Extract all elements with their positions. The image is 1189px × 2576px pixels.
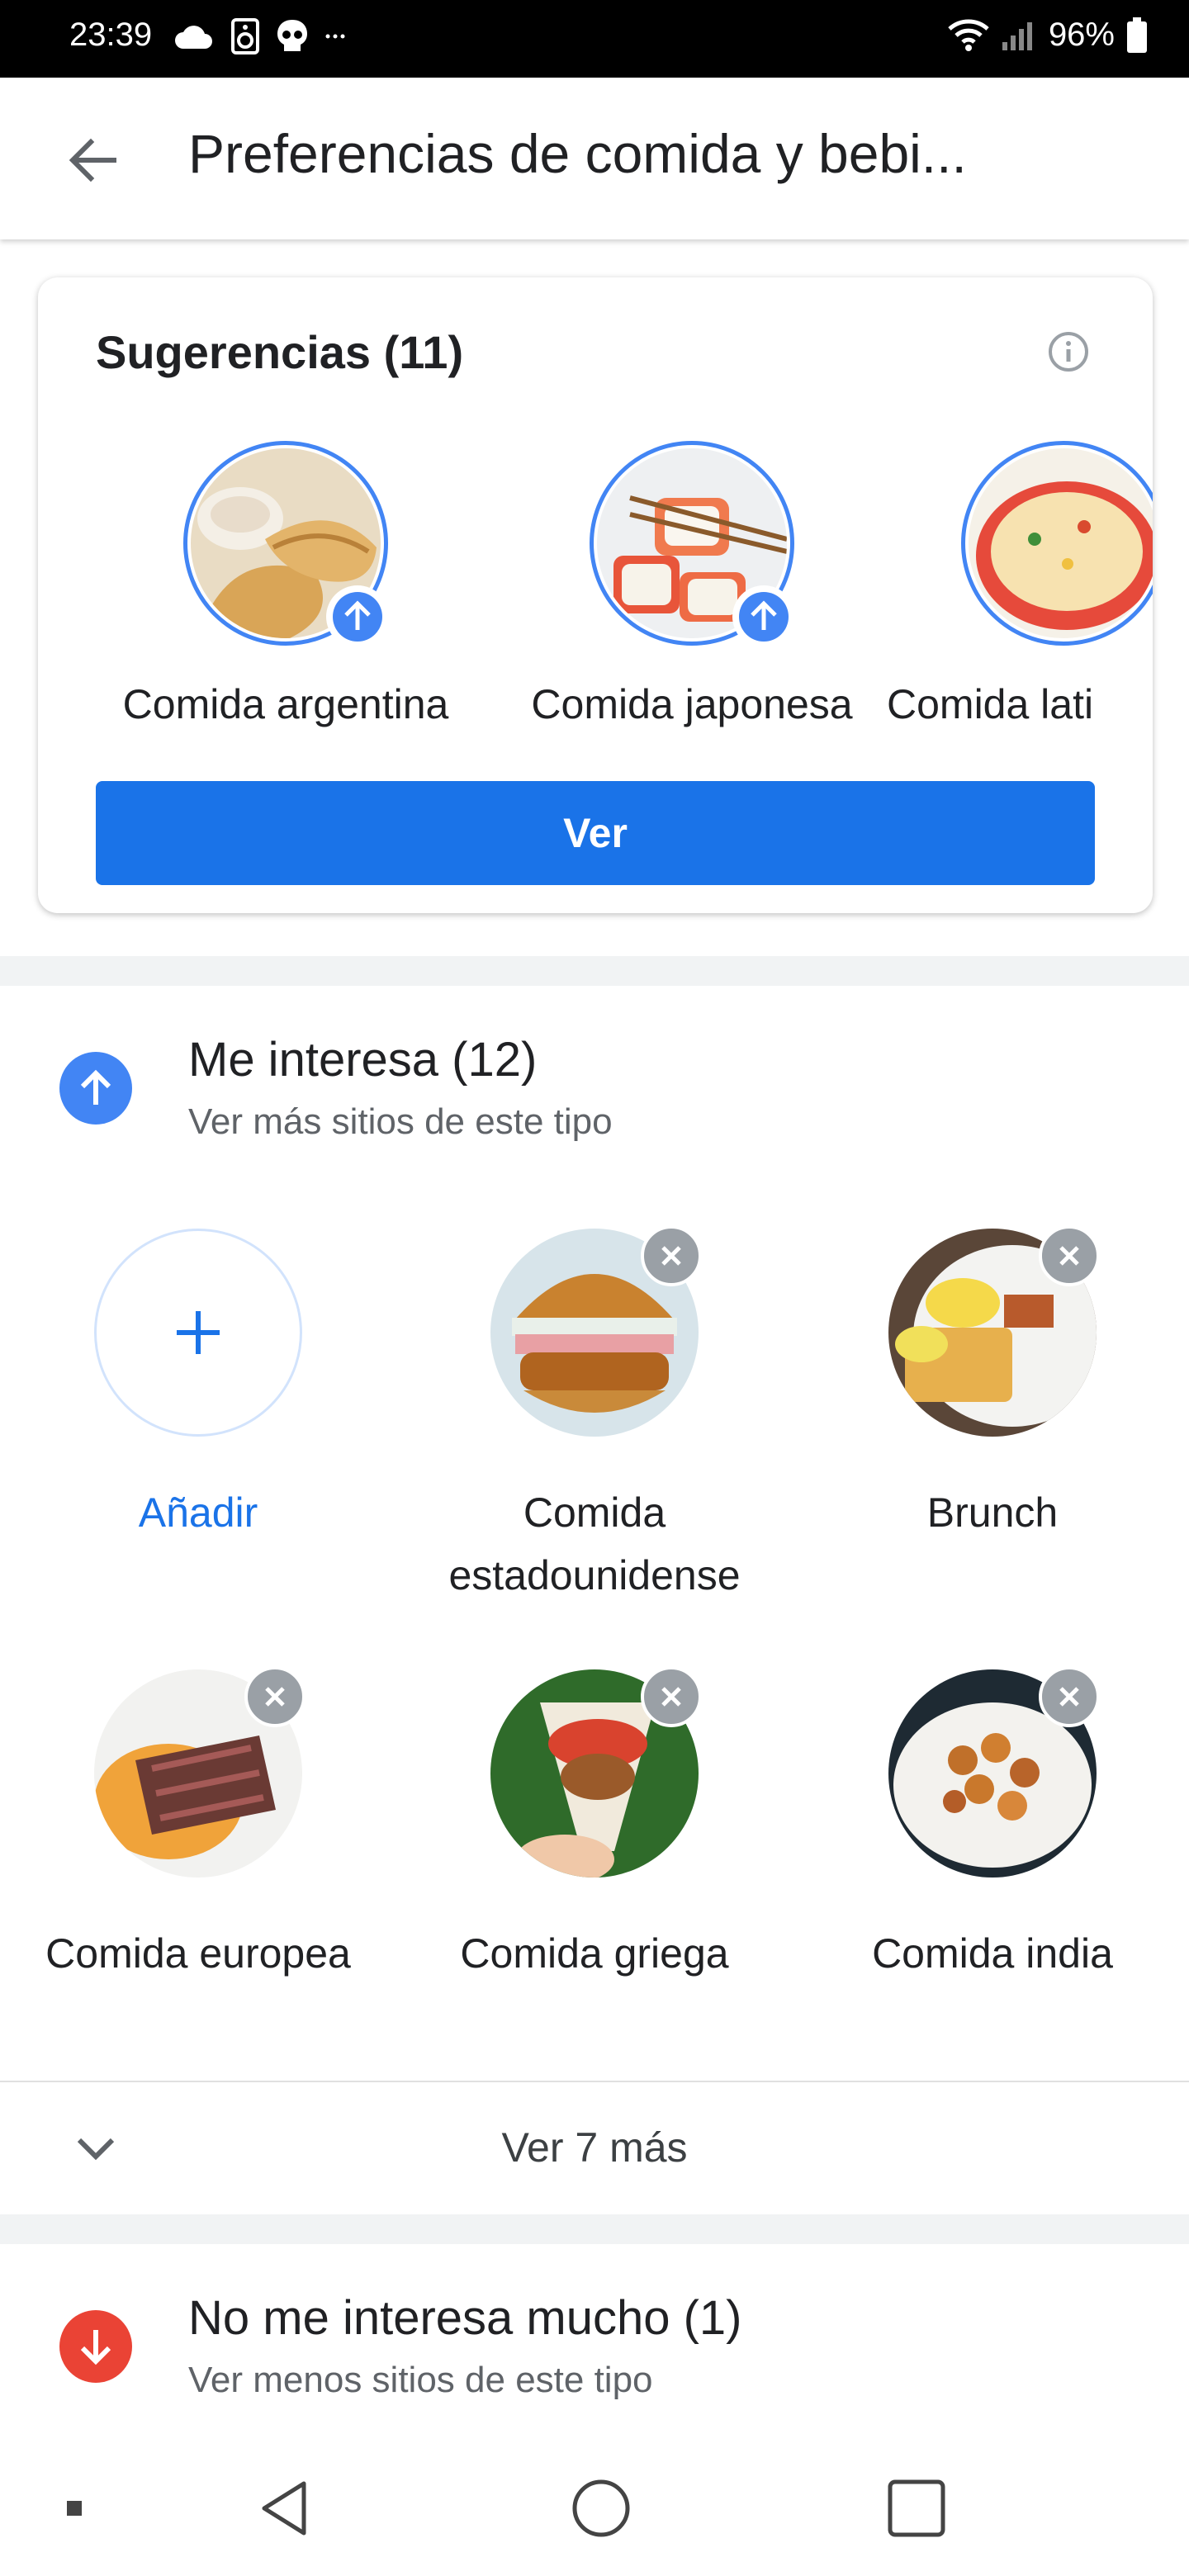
nav-back-icon[interactable] bbox=[253, 2475, 319, 2541]
suggestion-label: Comida lati bbox=[887, 681, 1094, 727]
food-label: Comida griega bbox=[460, 1930, 729, 1977]
food-image-frame bbox=[94, 1666, 306, 1878]
battery-icon bbox=[1127, 17, 1147, 53]
arrow-back-icon bbox=[69, 138, 116, 182]
show-more-label: Ver 7 más bbox=[501, 2124, 688, 2171]
remove-button[interactable] bbox=[1039, 1225, 1100, 1286]
likes-subtitle: Ver más sitios de este tipo bbox=[188, 1101, 613, 1142]
likes-section: Me interesa (12) Ver más sitios de este … bbox=[0, 986, 1189, 2214]
skull-icon bbox=[277, 20, 307, 51]
info-icon[interactable] bbox=[1045, 329, 1092, 375]
arrow-up-icon bbox=[739, 592, 789, 642]
close-icon bbox=[1059, 1246, 1079, 1266]
rice-dish-image bbox=[969, 448, 1153, 638]
food-image-frame bbox=[490, 1666, 702, 1878]
food-label: Comida europea bbox=[45, 1930, 351, 1977]
suggestions-card: Sugerencias (11) Comida argentina Comida… bbox=[38, 277, 1153, 913]
speaker-icon bbox=[231, 18, 259, 54]
like-item-brunch[interactable]: Brunch bbox=[803, 1225, 1182, 1544]
app-bar: Preferencias de comida y bebi... bbox=[0, 78, 1189, 239]
suggestions-section: Sugerencias (11) Comida argentina Comida… bbox=[0, 239, 1189, 956]
close-icon bbox=[265, 1687, 285, 1707]
like-item-europea[interactable]: Comida europea bbox=[8, 1666, 388, 1985]
status-notification-icons bbox=[173, 18, 345, 54]
suggestion-image bbox=[183, 441, 389, 648]
food-image-frame bbox=[490, 1225, 702, 1437]
battery-percent: 96% bbox=[1048, 17, 1115, 53]
plus-icon bbox=[177, 1311, 220, 1354]
food-label: Comida estadounidense bbox=[448, 1489, 741, 1598]
suggestion-item-latina[interactable]: Comida lati bbox=[887, 441, 1153, 728]
food-label: Brunch bbox=[926, 1489, 1059, 1536]
like-item-griega[interactable]: Comida griega bbox=[405, 1666, 784, 1985]
likes-title: Me interesa (12) bbox=[188, 1033, 538, 1087]
signal-icon bbox=[1002, 21, 1032, 50]
suggestion-label: Comida japonesa bbox=[531, 681, 853, 727]
remove-button[interactable] bbox=[641, 1225, 702, 1286]
suggestions-title: Sugerencias (11) bbox=[96, 326, 464, 378]
dislikes-subtitle: Ver menos sitios de este tipo bbox=[188, 2360, 653, 2400]
close-icon bbox=[661, 1687, 681, 1707]
food-image-frame bbox=[888, 1666, 1100, 1878]
add-preference-button[interactable]: Añadir bbox=[8, 1229, 388, 1544]
more-dots-icon bbox=[325, 34, 345, 39]
close-icon bbox=[1059, 1687, 1079, 1707]
dislike-arrow-down-icon bbox=[59, 2310, 132, 2383]
ver-button[interactable]: Ver bbox=[96, 781, 1095, 885]
suggestion-label: Comida argentina bbox=[122, 681, 449, 727]
suggestion-image bbox=[590, 441, 795, 648]
remove-button[interactable] bbox=[244, 1666, 306, 1727]
dislikes-title: No me interesa mucho (1) bbox=[188, 2291, 742, 2345]
back-button[interactable] bbox=[59, 127, 126, 193]
arrow-up-icon bbox=[333, 592, 382, 642]
food-image-frame bbox=[888, 1225, 1100, 1437]
add-circle bbox=[94, 1229, 302, 1437]
remove-button[interactable] bbox=[641, 1666, 702, 1727]
status-bar: 23:39 96% bbox=[0, 0, 1189, 78]
add-label: Añadir bbox=[138, 1489, 258, 1536]
suggestion-item-japonesa[interactable]: Comida japonesa bbox=[486, 441, 898, 728]
upvote-badge bbox=[732, 585, 795, 648]
suggestion-item-argentina[interactable]: Comida argentina bbox=[79, 441, 492, 728]
dislikes-section: No me interesa mucho (1) Ver menos sitio… bbox=[0, 2244, 1189, 2442]
upvote-badge bbox=[326, 585, 389, 648]
suggestion-image bbox=[961, 441, 1153, 646]
nav-home-icon[interactable] bbox=[568, 2475, 634, 2541]
wifi-icon bbox=[948, 19, 989, 51]
page-title: Preferencias de comida y bebi... bbox=[188, 123, 967, 184]
remove-button[interactable] bbox=[1039, 1666, 1100, 1727]
close-icon bbox=[661, 1246, 681, 1266]
like-item-india[interactable]: Comida india bbox=[803, 1666, 1182, 1985]
like-arrow-up-icon bbox=[59, 1052, 132, 1125]
food-label: Comida india bbox=[872, 1930, 1113, 1977]
nav-dot-icon bbox=[41, 2475, 107, 2541]
show-more-row[interactable]: Ver 7 más bbox=[0, 2082, 1189, 2214]
cloud-icon bbox=[175, 26, 212, 49]
status-time: 23:39 bbox=[69, 17, 153, 53]
nav-recents-icon[interactable] bbox=[883, 2475, 950, 2541]
like-item-estadounidense[interactable]: Comida estadounidense bbox=[405, 1225, 784, 1607]
system-nav-bar bbox=[0, 2442, 1189, 2576]
status-system-icons: 96% bbox=[948, 17, 1148, 54]
